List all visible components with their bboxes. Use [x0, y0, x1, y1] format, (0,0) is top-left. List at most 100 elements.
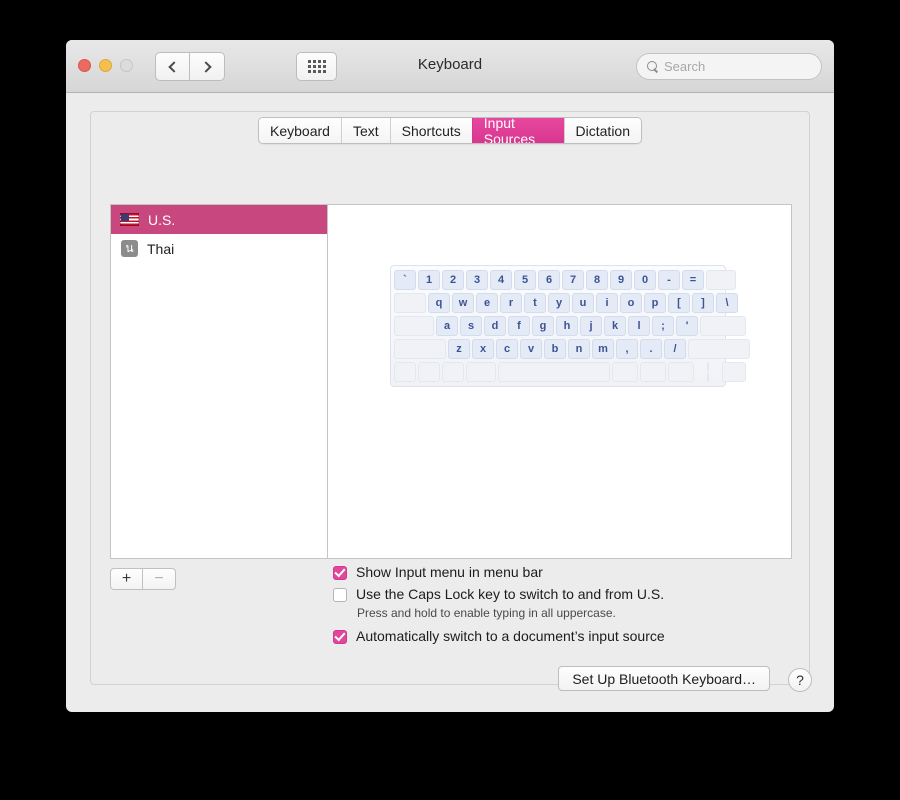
key-w[interactable]: w [452, 293, 474, 313]
option-label: Use the Caps Lock key to switch to and f… [356, 586, 665, 602]
key-4[interactable]: 4 [490, 270, 512, 290]
tab-keyboard[interactable]: Keyboard [259, 118, 341, 143]
key-9[interactable]: 9 [610, 270, 632, 290]
key-k[interactable]: k [604, 316, 626, 336]
key-backtick[interactable]: ` [394, 270, 416, 290]
key-o[interactable]: o [620, 293, 642, 313]
key-v[interactable]: v [520, 339, 542, 359]
search-icon [647, 61, 658, 72]
input-source-options: Show Input menu in menu bar Use the Caps… [333, 564, 665, 650]
key-j[interactable]: j [580, 316, 602, 336]
input-source-row-us[interactable]: U.S. [111, 205, 327, 234]
key-tab[interactable] [394, 293, 426, 313]
preferences-tab-bar: Keyboard Text Shortcuts Input Sources Di… [258, 117, 642, 144]
key-command-left[interactable] [466, 362, 496, 382]
key-q[interactable]: q [428, 293, 450, 313]
key-option-right[interactable] [640, 362, 666, 382]
set-up-bluetooth-keyboard-button[interactable]: Set Up Bluetooth Keyboard… [558, 666, 770, 691]
keyboard-diagram: ` 1 2 3 4 5 6 7 8 9 0 - = q w e r t y u … [390, 265, 750, 387]
key-bracket-right[interactable]: ] [692, 293, 714, 313]
key-2[interactable]: 2 [442, 270, 464, 290]
key-3[interactable]: 3 [466, 270, 488, 290]
key-g[interactable]: g [532, 316, 554, 336]
key-command-right[interactable] [612, 362, 638, 382]
key-option-left[interactable] [442, 362, 464, 382]
help-button[interactable]: ? [788, 668, 812, 692]
key-s[interactable]: s [460, 316, 482, 336]
key-f[interactable]: f [508, 316, 530, 336]
list-edit-buttons: + − [110, 568, 176, 590]
tab-shortcuts[interactable]: Shortcuts [389, 118, 472, 143]
key-r[interactable]: r [500, 293, 522, 313]
key-t[interactable]: t [524, 293, 546, 313]
thai-badge-icon: น [121, 240, 138, 257]
key-5[interactable]: 5 [514, 270, 536, 290]
key-shift-left[interactable] [394, 339, 446, 359]
key-minus[interactable]: - [658, 270, 680, 290]
key-x[interactable]: x [472, 339, 494, 359]
key-control[interactable] [418, 362, 440, 382]
key-y[interactable]: y [548, 293, 570, 313]
input-source-list[interactable]: U.S. น Thai [111, 205, 328, 558]
key-period[interactable]: . [640, 339, 662, 359]
key-0[interactable]: 0 [634, 270, 656, 290]
add-input-source-button[interactable]: + [110, 568, 143, 590]
key-8[interactable]: 8 [586, 270, 608, 290]
key-l[interactable]: l [628, 316, 650, 336]
option-caps-lock-switch[interactable]: Use the Caps Lock key to switch to and f… [333, 586, 665, 602]
keyboard-row-modifiers [394, 362, 746, 382]
key-i[interactable]: i [596, 293, 618, 313]
us-flag-icon [120, 213, 139, 226]
tab-text[interactable]: Text [340, 118, 390, 143]
option-show-input-menu[interactable]: Show Input menu in menu bar [333, 564, 665, 580]
key-b[interactable]: b [544, 339, 566, 359]
key-arrow-up-down[interactable] [696, 362, 720, 382]
key-1[interactable]: 1 [418, 270, 440, 290]
key-equals[interactable]: = [682, 270, 704, 290]
keyboard-row-top: q w e r t y u i o p [ ] \ [394, 293, 738, 313]
key-z[interactable]: z [448, 339, 470, 359]
checkbox-auto-switch-document[interactable] [333, 630, 347, 644]
keyboard-layout-preview: ` 1 2 3 4 5 6 7 8 9 0 - = q w e r t y u … [328, 205, 791, 558]
keyboard-row-number: ` 1 2 3 4 5 6 7 8 9 0 - = [394, 270, 736, 290]
key-semicolon[interactable]: ; [652, 316, 674, 336]
key-7[interactable]: 7 [562, 270, 584, 290]
key-comma[interactable]: , [616, 339, 638, 359]
key-return[interactable] [700, 316, 746, 336]
key-arrow-right[interactable] [722, 362, 746, 382]
preferences-content-panel: U.S. น Thai ` 1 2 3 4 5 6 7 8 9 0 - = q … [90, 111, 810, 685]
key-bracket-left[interactable]: [ [668, 293, 690, 313]
key-backslash[interactable]: \ [716, 293, 738, 313]
key-m[interactable]: m [592, 339, 614, 359]
key-caps-lock[interactable] [394, 316, 434, 336]
input-source-label: Thai [147, 240, 175, 257]
tab-input-sources[interactable]: Input Sources [471, 118, 564, 143]
search-field[interactable]: Search [636, 53, 822, 80]
key-space[interactable] [498, 362, 610, 382]
key-shift-right[interactable] [688, 339, 750, 359]
key-d[interactable]: d [484, 316, 506, 336]
key-arrow-left[interactable] [668, 362, 694, 382]
key-e[interactable]: e [476, 293, 498, 313]
key-n[interactable]: n [568, 339, 590, 359]
checkbox-show-input-menu[interactable] [333, 566, 347, 580]
input-source-row-thai[interactable]: น Thai [111, 234, 327, 263]
keyboard-row-bottom-letters: z x c v b n m , . / [394, 339, 750, 359]
window-titlebar: Keyboard Search [66, 40, 834, 93]
key-quote[interactable]: ' [676, 316, 698, 336]
checkbox-caps-lock-switch[interactable] [333, 588, 347, 602]
key-6[interactable]: 6 [538, 270, 560, 290]
key-c[interactable]: c [496, 339, 518, 359]
option-label: Show Input menu in menu bar [356, 564, 543, 580]
remove-input-source-button[interactable]: − [143, 568, 176, 590]
key-u[interactable]: u [572, 293, 594, 313]
key-slash[interactable]: / [664, 339, 686, 359]
keyboard-preferences-window: Keyboard Search U.S. น Thai ` 1 2 3 4 5 … [66, 40, 834, 712]
key-p[interactable]: p [644, 293, 666, 313]
key-h[interactable]: h [556, 316, 578, 336]
key-delete[interactable] [706, 270, 736, 290]
key-fn[interactable] [394, 362, 416, 382]
option-auto-switch-document[interactable]: Automatically switch to a document’s inp… [333, 628, 665, 644]
key-a[interactable]: a [436, 316, 458, 336]
tab-dictation[interactable]: Dictation [563, 118, 641, 143]
